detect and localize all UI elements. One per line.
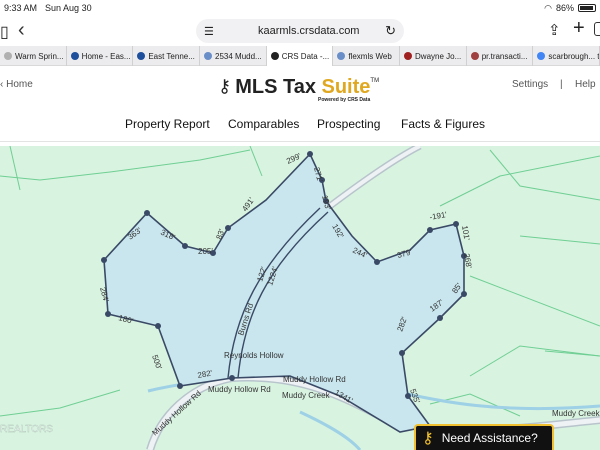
parcel-vertex [105,311,111,317]
address-bar[interactable]: ☰ kaarmls.crsdata.com ↻ [196,19,404,43]
battery-icon [578,4,596,12]
browser-toolbar: ▯ ‹ ☰ kaarmls.crsdata.com ↻ ⇪ + [0,16,600,46]
parcel-vertex [461,291,467,297]
home-link[interactable]: ‹ Home [0,79,33,90]
parcel-vertex [155,323,161,329]
favicon-icon [470,52,479,60]
need-assistance-button[interactable]: ⚷ Need Assistance? [414,424,554,450]
parcel-vertex [374,259,380,265]
status-date: Sun Aug 30 [45,3,92,13]
favicon-icon [70,52,79,60]
favicon-icon [137,52,146,60]
back-icon[interactable]: ‹ [18,19,25,42]
creek-label-1: Muddy Creek [282,391,331,400]
tab-label: pr.transacti... [481,51,528,61]
home-label: Home [6,79,33,90]
nav-comparables[interactable]: Comparables [228,117,299,131]
nav-prospecting[interactable]: Prospecting [317,117,380,131]
tab-label: CRS Data -... [281,51,330,61]
browser-tab[interactable]: flexmls Web [333,46,401,66]
parcel-vertex [307,151,313,157]
browser-tab[interactable]: Warm Sprin... [0,46,67,66]
watermark: REALTORS [0,424,53,435]
road-label-1: Muddy Hollow Rd [283,375,346,384]
tab-strip: Warm Sprin... Home - Eas... East Tenne... 2… [0,46,600,66]
settings-link[interactable]: Settings [512,79,548,90]
reload-icon[interactable]: ↻ [385,23,396,39]
main-nav: Property Report Comparables Prospecting … [0,106,600,142]
brand-tm: TM [370,78,380,84]
url-text: kaarmls.crsdata.com [258,25,360,37]
place-label: Reynolds Hollow [224,351,284,360]
tab-label: Home - Eas... [81,51,131,61]
assistance-label: Need Assistance? [441,431,538,445]
favicon-icon [337,52,346,60]
parcel-vertex [101,257,107,263]
sidebar-icon[interactable]: ▯ [0,22,9,42]
status-time: 9:33 AM [4,3,38,13]
share-icon[interactable]: ⇪ [548,21,561,39]
parcel-vertex [399,350,405,356]
wifi-icon: ◠ [544,2,552,13]
browser-tab[interactable]: East Tenne... [133,46,201,66]
mls-tax-suite-logo[interactable]: ⚷ MLS Tax Suite TM Powered by CRS Data [218,76,380,103]
parcel-vertex [225,225,231,231]
favicon-icon [270,52,279,60]
brand-main: MLS Tax [235,76,322,98]
header-separator: | [560,79,563,90]
new-tab-icon[interactable]: + [573,17,585,40]
favicon-icon [537,52,546,60]
tab-label: 2534 Mudd... [215,51,262,61]
browser-tab[interactable]: pr.transacti... [467,46,534,66]
parcel-vertex [453,221,459,227]
tab-label: Dwayne Jo... [415,51,462,61]
assistance-key-icon: ⚷ [422,430,434,447]
dimension-label: 205' [198,247,213,256]
parcel-vertex [177,383,183,389]
browser-tab[interactable]: Home - Eas... [67,46,134,66]
tab-label: scarbrough... tie@pe [548,51,600,61]
favicon-icon [4,52,12,60]
browser-tab[interactable]: 2534 Mudd... [200,46,267,66]
parcel-vertex [182,243,188,249]
parcel-vertex [229,375,235,381]
parcel-map[interactable]: 299' 271' 491' 193' 363' 318' 205' 83' -191' 101'… [0,146,600,450]
map-canvas[interactable]: 299'271'491' 193'363' 318'205'83'-191'101'… [0,146,600,450]
parcel-vertex [437,315,443,321]
road-label-2: Muddy Hollow Rd [208,385,271,394]
tab-label: flexmls Web [348,51,392,61]
nav-facts-figures[interactable]: Facts & Figures [401,117,485,131]
favicon-icon [404,52,413,60]
favicon-icon [204,52,213,60]
parcel-vertex [144,210,150,216]
status-bar: 9:33 AM Sun Aug 30 ◠ 86% [0,0,600,16]
browser-tab[interactable]: scarbrough... tie@pe [533,46,600,66]
parcel-vertex [427,227,433,233]
status-right: ◠ 86% [544,3,596,14]
nav-property-report[interactable]: Property Report [125,117,210,131]
battery-percent: 86% [555,3,574,13]
tab-label: East Tenne... [148,51,195,61]
key-icon: ⚷ [218,76,232,96]
powered-by: Powered by CRS Data [318,97,371,103]
tab-label: Warm Sprin... [15,51,64,61]
creek-label-2: Muddy Creek [552,409,600,418]
site-header: ‹ Home ⚷ MLS Tax Suite TM Powered by CRS… [0,66,600,106]
browser-tab[interactable]: CRS Data -... [266,46,334,66]
tabs-overview-icon[interactable] [594,22,600,36]
help-link[interactable]: Help [575,79,596,90]
browser-tab[interactable]: Dwayne Jo... [400,46,467,66]
brand-accent: Suite [321,76,371,98]
page-settings-icon[interactable]: ☰ [204,25,214,38]
